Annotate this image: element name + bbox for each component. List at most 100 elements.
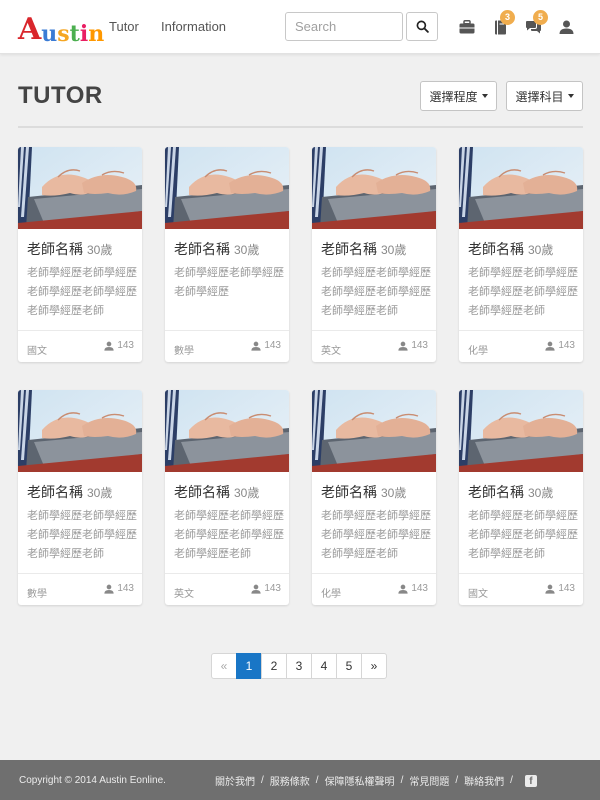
laptop-typing-photo	[165, 390, 289, 472]
student-count-value: 143	[117, 340, 134, 351]
footer-links: 關於我們 / 服務條款 / 保障隱私權聲明 / 常見問題 / 聯絡我們 / f	[215, 773, 537, 788]
footer-link-contact[interactable]: 聯絡我們	[464, 773, 504, 788]
student-count: 143	[545, 340, 575, 351]
tutor-card[interactable]: 老師名稱 30歲 老師學經歷老師學經歷老師學經歷老師學經歷老師學經歷老師 數學 143	[18, 390, 142, 605]
tutor-card[interactable]: 老師名稱 30歲 老師學經歷老師學經歷老師學經歷老師學經歷老師學經歷老師 化學 143	[459, 147, 583, 362]
user-icon	[251, 341, 261, 351]
footer-link-terms[interactable]: 服務條款	[270, 773, 310, 788]
tutor-description: 老師學經歷老師學經歷老師學經歷老師學經歷老師學經歷老師	[174, 510, 284, 560]
tutor-age: 30歲	[528, 486, 554, 500]
pagination-page-1[interactable]: 1	[236, 653, 262, 679]
logo-letter: A	[18, 12, 42, 47]
tutor-card[interactable]: 老師名稱 30歲老師學經歷老師學經歷老師學經歷數學 143	[165, 147, 289, 362]
caret-down-icon	[567, 94, 574, 98]
tutor-subject: 國文	[468, 589, 488, 600]
tutor-age: 30歲	[528, 243, 554, 257]
footer-link-privacy[interactable]: 保障隱私權聲明	[325, 773, 395, 788]
tutor-age: 30歲	[381, 243, 407, 257]
tutor-name: 老師名稱	[321, 484, 377, 500]
student-count-value: 143	[411, 583, 428, 594]
navbar: A u s t i n Tutor Information 3	[0, 0, 600, 54]
logo-letter: t	[69, 21, 80, 47]
tutor-name: 老師名稱	[321, 241, 377, 257]
footer: Copyright © 2014 Austin Eonline. 關於我們 / …	[0, 760, 600, 800]
student-count: 143	[251, 583, 281, 594]
tutor-age: 30歲	[381, 486, 407, 500]
student-count-value: 143	[411, 340, 428, 351]
book-button[interactable]: 3	[490, 10, 515, 37]
tutor-photo	[459, 390, 583, 472]
footer-link-about[interactable]: 關於我們	[215, 773, 255, 788]
student-count: 143	[104, 340, 134, 351]
card-footer: 國文 143	[459, 573, 583, 605]
tutor-name-row: 老師名稱 30歲	[468, 482, 553, 502]
user-icon	[545, 341, 555, 351]
level-filter-label: 選擇程度	[429, 89, 478, 104]
pagination-page-3[interactable]: 3	[286, 653, 312, 679]
tutor-subject: 數學	[27, 589, 47, 600]
logo-letter: u	[41, 21, 58, 47]
student-count-value: 143	[558, 340, 575, 351]
laptop-typing-photo	[18, 147, 142, 229]
page-title: TUTOR	[18, 82, 103, 109]
tutor-card[interactable]: 老師名稱 30歲 老師學經歷老師學經歷老師學經歷老師學經歷老師學經歷老師 英文 143	[165, 390, 289, 605]
laptop-typing-photo	[459, 390, 583, 472]
tutor-description: 老師學經歷老師學經歷老師學經歷	[174, 267, 284, 298]
card-footer: 數學 143	[18, 573, 142, 605]
tutor-subject: 數學	[174, 346, 194, 357]
logo-letter: s	[57, 21, 70, 47]
level-filter-dropdown[interactable]: 選擇程度	[420, 81, 497, 111]
search-button[interactable]	[406, 12, 438, 41]
tutor-name: 老師名稱	[174, 484, 230, 500]
book-badge: 3	[500, 10, 515, 25]
user-menu-button[interactable]	[556, 17, 576, 37]
tutor-name-row: 老師名稱 30歲	[174, 239, 259, 259]
chat-badge: 5	[533, 10, 548, 25]
footer-separator: /	[510, 775, 513, 786]
tutor-age: 30歲	[234, 243, 260, 257]
tutor-name: 老師名稱	[468, 484, 524, 500]
tutor-card[interactable]: 老師名稱 30歲 老師學經歷老師學經歷老師學經歷老師學經歷老師學經歷老師 英文 143	[312, 147, 436, 362]
chat-button[interactable]: 5	[523, 10, 548, 37]
user-icon	[545, 584, 555, 594]
laptop-typing-photo	[312, 390, 436, 472]
nav-link-tutor[interactable]: Tutor	[109, 19, 139, 34]
pagination-next[interactable]: »	[361, 653, 387, 679]
tutor-name-row: 老師名稱 30歲	[468, 239, 553, 259]
tutor-subject: 化學	[321, 589, 341, 600]
tutor-card[interactable]: 老師名稱 30歲 老師學經歷老師學經歷老師學經歷老師學經歷老師學經歷老師 化學 143	[312, 390, 436, 605]
tutor-name-row: 老師名稱 30歲	[27, 239, 112, 259]
tutor-photo	[165, 147, 289, 229]
user-icon	[398, 341, 408, 351]
austin-logo[interactable]: A u s t i n	[18, 9, 104, 47]
nav-link-information[interactable]: Information	[161, 19, 226, 34]
briefcase-button[interactable]	[457, 17, 477, 37]
student-count-value: 143	[264, 340, 281, 351]
tutor-photo	[459, 147, 583, 229]
card-footer: 數學 143	[165, 330, 289, 362]
pagination-page-4[interactable]: 4	[311, 653, 337, 679]
tutor-card[interactable]: 老師名稱 30歲老師學經歷老師學經歷老師學經歷老師學經歷老師學經歷老師國文 143	[459, 390, 583, 605]
card-footer: 化學 143	[312, 573, 436, 605]
facebook-icon[interactable]: f	[524, 774, 537, 787]
user-icon	[251, 584, 261, 594]
tutor-card[interactable]: 老師名稱 30歲 老師學經歷老師學經歷老師學經歷老師學經歷老師學經歷老師 國文 143	[18, 147, 142, 362]
footer-separator: /	[261, 775, 264, 786]
footer-separator: /	[400, 775, 404, 786]
search-input[interactable]	[285, 12, 403, 41]
pagination-page-2[interactable]: 2	[261, 653, 287, 679]
subject-filter-dropdown[interactable]: 選擇科目	[506, 81, 583, 111]
student-count-value: 143	[264, 583, 281, 594]
tutor-subject: 化學	[468, 346, 488, 357]
pagination-prev[interactable]: «	[211, 653, 237, 679]
briefcase-icon	[459, 20, 475, 34]
user-icon	[559, 20, 573, 34]
tutor-name-row: 老師名稱 30歲	[321, 482, 406, 502]
card-footer: 英文 143	[312, 330, 436, 362]
user-icon	[104, 584, 114, 594]
pagination-page-5[interactable]: 5	[336, 653, 362, 679]
tutor-photo	[312, 147, 436, 229]
footer-link-faq[interactable]: 常見問題	[409, 773, 449, 788]
tutor-description: 老師學經歷老師學經歷老師學經歷老師學經歷老師學經歷老師	[468, 510, 578, 560]
tutor-name: 老師名稱	[174, 241, 230, 257]
